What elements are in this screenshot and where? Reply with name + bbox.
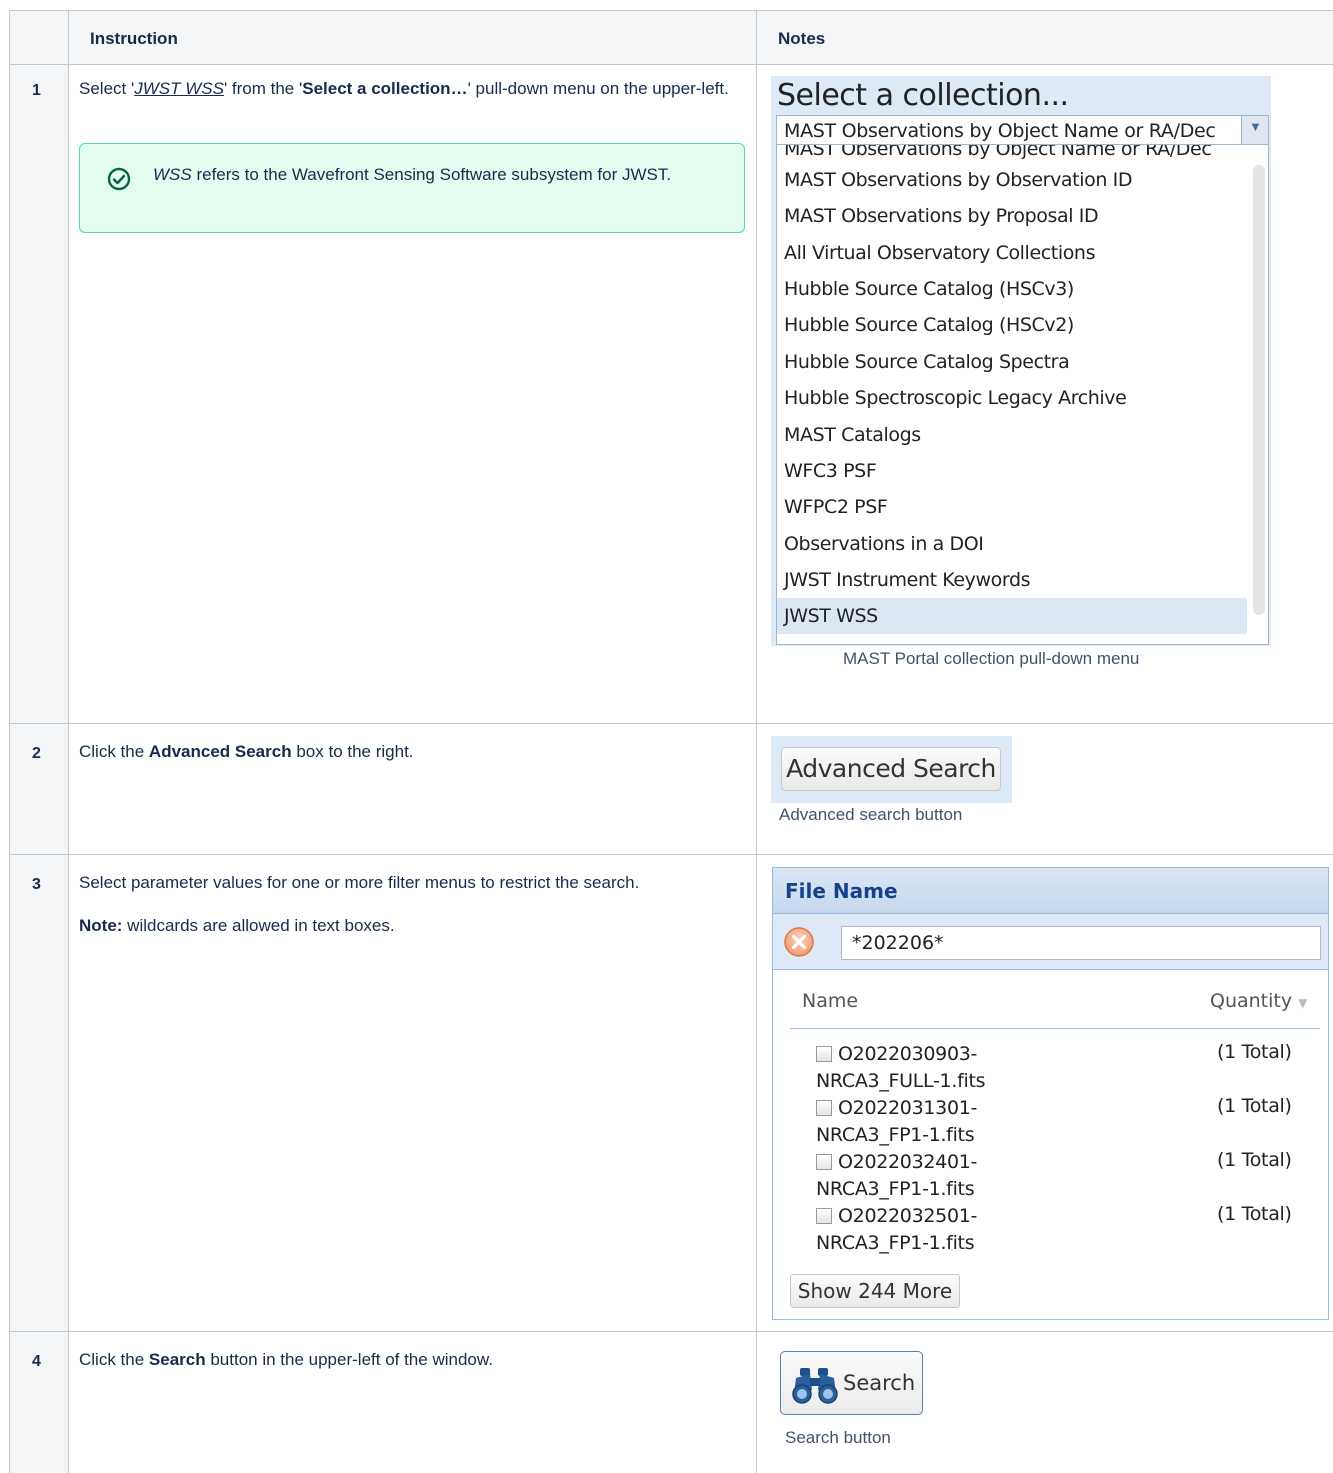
header-instruction: Instruction [90, 29, 178, 48]
check-circle-icon [107, 167, 131, 191]
collection-option[interactable]: Hubble Source Catalog (HSCv2) [777, 307, 1247, 343]
row-number-column [10, 64, 68, 1473]
row1-instruction: Select 'JWST WSS' from the 'Select a col… [79, 79, 729, 98]
list-item[interactable]: O2022030903- NRCA3_FULL-1.fits [816, 1041, 1046, 1095]
filter-header: File Name [773, 868, 1328, 914]
checkbox[interactable] [816, 1100, 832, 1116]
item-quantity: (1 Total) [1217, 1203, 1292, 1225]
sort-arrow-icon: ▼ [1298, 996, 1308, 1010]
jwst-wss-link[interactable]: JWST WSS [134, 79, 224, 98]
item-quantity: (1 Total) [1217, 1041, 1292, 1063]
row-number: 2 [32, 745, 41, 762]
column-header-name[interactable]: Name [802, 990, 858, 1012]
search-button[interactable]: Search [780, 1351, 923, 1415]
collection-option[interactable]: MAST Observations by Object Name or RA/D… [777, 145, 1247, 159]
info-text: WSS refers to the Wavefront Sensing Soft… [153, 165, 672, 184]
row3-instruction: Select parameter values for one or more … [79, 873, 640, 892]
collection-option[interactable]: Hubble Spectroscopic Legacy Archive [777, 380, 1247, 416]
figure-caption: Search button [785, 1428, 891, 1447]
clear-icon[interactable] [783, 926, 815, 958]
column-header-quantity[interactable]: Quantity ▼ [1210, 990, 1307, 1012]
collection-option[interactable]: MAST Observations by Observation ID [777, 162, 1247, 198]
divider [790, 1028, 1320, 1029]
binoculars-icon [792, 1368, 838, 1404]
collection-select[interactable]: MAST Observations by Object Name or RA/D… [776, 115, 1269, 145]
row3-note: Note: wildcards are allowed in text boxe… [79, 916, 395, 935]
file-name-input[interactable]: *202206* [841, 926, 1321, 960]
list-item[interactable]: O2022032501- NRCA3_FP1-1.fits [816, 1203, 1046, 1257]
table-header-row [10, 11, 1333, 64]
scrollbar[interactable] [1253, 165, 1265, 615]
collection-selected-value: MAST Observations by Object Name or RA/D… [784, 120, 1216, 142]
filter-title: File Name [785, 879, 898, 903]
show-more-button[interactable]: Show 244 More [790, 1274, 960, 1308]
dropdown-arrow[interactable]: ▼ [1241, 116, 1268, 144]
collection-option-selected[interactable]: JWST WSS [777, 598, 1247, 634]
advanced-search-button[interactable]: Advanced Search [781, 747, 1001, 791]
collection-option[interactable]: WFPC2 PSF [777, 489, 1247, 525]
collection-menu-screenshot: Select a collection... MAST Observations… [771, 76, 1271, 646]
chevron-down-icon: ▼ [1249, 119, 1262, 134]
row-number: 4 [32, 1353, 41, 1370]
filter-search-bar: *202206* [773, 914, 1328, 970]
collection-option[interactable]: Hubble Source Catalog Spectra [777, 344, 1247, 380]
row2-instruction: Click the Advanced Search box to the rig… [79, 742, 414, 761]
info-panel: WSS refers to the Wavefront Sensing Soft… [79, 143, 745, 233]
collection-option[interactable]: MAST Observations by Proposal ID [777, 198, 1247, 234]
item-quantity: (1 Total) [1217, 1095, 1292, 1117]
list-item[interactable]: O2022032401- NRCA3_FP1-1.fits [816, 1149, 1046, 1203]
header-notes: Notes [778, 29, 826, 48]
checkbox[interactable] [816, 1046, 832, 1062]
row-number: 1 [32, 82, 41, 99]
file-list: O2022030903- NRCA3_FULL-1.fits (1 Total) … [790, 1038, 1320, 1263]
search-button-label: Search [843, 1371, 916, 1395]
collection-title: Select a collection... [777, 78, 1069, 113]
collection-option[interactable]: Observations in a DOI [777, 526, 1247, 562]
collection-options-list: MAST Observations by Object Name or RA/D… [776, 145, 1269, 645]
collection-option[interactable]: MAST Catalogs [777, 417, 1247, 453]
list-item[interactable]: O2022031301- NRCA3_FP1-1.fits [816, 1095, 1046, 1149]
row4-instruction: Click the Search button in the upper-lef… [79, 1350, 493, 1369]
row-number: 3 [32, 876, 41, 893]
file-name-filter: File Name *202206* Name Quantity ▼ O2022… [772, 867, 1329, 1320]
figure-caption: MAST Portal collection pull-down menu [843, 649, 1140, 668]
checkbox[interactable] [816, 1154, 832, 1170]
checkbox[interactable] [816, 1208, 832, 1224]
item-quantity: (1 Total) [1217, 1149, 1292, 1171]
collection-option[interactable]: WFC3 PSF [777, 453, 1247, 489]
collection-option[interactable]: All Virtual Observatory Collections [777, 235, 1247, 271]
collection-option[interactable]: Hubble Source Catalog (HSCv3) [777, 271, 1247, 307]
figure-caption: Advanced search button [779, 805, 963, 824]
collection-option[interactable]: JWST Instrument Keywords [777, 562, 1247, 598]
